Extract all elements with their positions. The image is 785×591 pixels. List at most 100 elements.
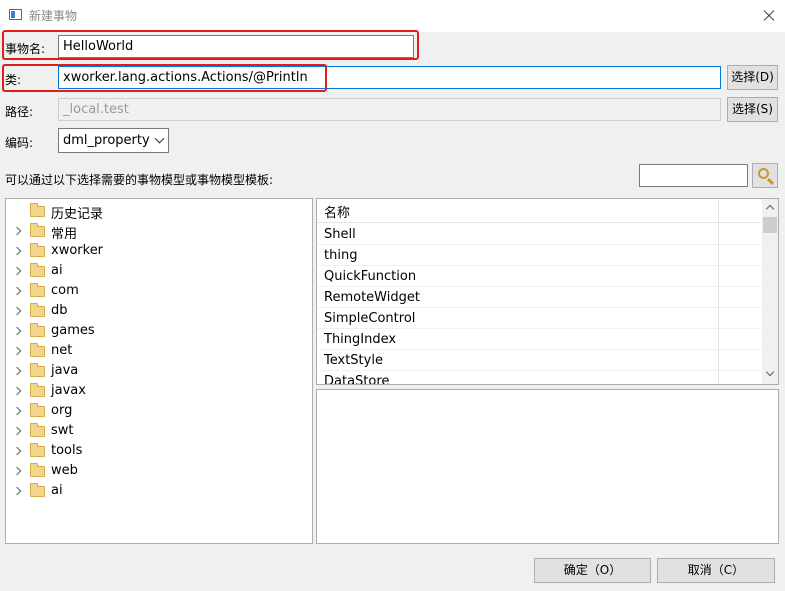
select-class-button[interactable]: 选择(D) [727,65,778,90]
tree-item-label: games [51,323,95,338]
title-bar: 新建事物 [0,0,785,32]
tree-item[interactable]: javax [6,381,312,401]
tree-item[interactable]: org [6,401,312,421]
tree-item-label: ai [51,483,63,498]
tree-item[interactable]: swt [6,421,312,441]
chevron-right-icon[interactable] [12,226,22,236]
thing-list[interactable]: 名称 Shell thing QuickFunction RemoteWidget Si… [316,198,779,385]
chevron-right-icon[interactable] [12,406,22,416]
chevron-right-icon[interactable] [12,346,22,356]
chevron-right-icon[interactable] [12,386,22,396]
tree-item[interactable]: web [6,461,312,481]
tree-item-label: javax [51,383,86,398]
encoding-select[interactable]: dml_property [58,128,169,153]
tree-item[interactable]: ai [6,481,312,501]
app-icon [9,9,22,20]
tree-item[interactable]: xworker [6,241,312,261]
folder-icon [30,263,45,277]
tree-item-label: 历史记录 [51,207,104,222]
category-tree[interactable]: 历史记录常用 xworker ai com db games net java javax org… [5,198,313,544]
tree-item-label: 常用 [51,227,78,242]
list-row-label: SimpleControl [324,311,416,326]
chevron-right-icon[interactable] [12,306,22,316]
scroll-up-icon[interactable] [765,204,775,214]
chevron-right-icon[interactable] [12,266,22,276]
tree-item-label: xworker [51,243,104,258]
list-row[interactable]: ThingIndex [317,329,761,350]
folder-icon [30,303,45,317]
folder-icon [30,343,45,357]
folder-icon [30,363,45,377]
tree-item-label: ai [51,263,63,278]
list-row[interactable]: TextStyle [317,350,761,371]
tree-item[interactable]: net [6,341,312,361]
window-title: 新建事物 [29,9,78,23]
list-scrollbar[interactable] [762,199,778,384]
list-row-label: RemoteWidget [324,290,420,305]
chevron-right-icon[interactable] [12,366,22,376]
chevron-right-icon[interactable] [12,426,22,436]
tree-item-label: tools [51,443,83,458]
cancel-button[interactable]: 取消（C） [657,558,775,583]
tree-item[interactable]: java [6,361,312,381]
list-row[interactable]: SimpleControl [317,308,761,329]
tree-item[interactable]: games [6,321,312,341]
chevron-right-icon[interactable] [12,466,22,476]
folder-icon [30,223,45,237]
list-row[interactable]: RemoteWidget [317,287,761,308]
ok-button[interactable]: 确定（O） [534,558,651,583]
tree-item[interactable]: ai [6,261,312,281]
tree-item[interactable]: 历史记录 [6,201,312,222]
tree-item-label: org [51,403,73,418]
folder-icon [30,383,45,397]
chevron-right-icon[interactable] [12,326,22,336]
folder-icon [30,243,45,257]
list-row-label: QuickFunction [324,269,417,284]
list-row[interactable]: Shell [317,224,761,245]
tree-item[interactable]: com [6,281,312,301]
tree-item-label: web [51,463,78,478]
name-label: 事物名: [5,42,46,56]
class-input[interactable]: xworker.lang.actions.Actions/@Println [58,66,721,89]
tree-item[interactable]: 常用 [6,221,312,242]
list-row[interactable]: DataStore [317,371,761,385]
tree-item[interactable]: tools [6,441,312,461]
chevron-right-icon[interactable] [12,286,22,296]
chevron-right-icon[interactable] [12,486,22,496]
hint-text: 可以通过以下选择需要的事物模型或事物模型模板: [5,173,274,187]
chevron-right-icon[interactable] [12,246,22,256]
scroll-down-icon[interactable] [765,367,775,377]
detail-panel [316,389,779,544]
encoding-value: dml_property [63,133,150,148]
class-label: 类: [5,73,22,87]
list-row-label: ThingIndex [324,332,397,347]
tree-item-label: db [51,303,68,318]
chevron-right-icon[interactable] [12,446,22,456]
list-row[interactable]: QuickFunction [317,266,761,287]
tree-item-label: com [51,283,79,298]
name-input[interactable]: HelloWorld [58,35,414,58]
tree-item-label: java [51,363,79,378]
list-row-label: Shell [324,227,356,242]
close-icon[interactable] [759,6,779,26]
tree-item-label: swt [51,423,74,438]
path-input[interactable]: _local.test [58,98,721,121]
folder-icon [30,443,45,457]
tree-item-label: net [51,343,73,358]
list-row-label: TextStyle [324,353,383,368]
list-header[interactable]: 名称 [317,199,761,223]
folder-icon [30,423,45,437]
list-row[interactable]: thing [317,245,761,266]
scroll-thumb[interactable] [763,217,777,233]
folder-icon [30,403,45,417]
folder-icon [30,203,45,217]
tree-item[interactable]: db [6,301,312,321]
list-row-label: DataStore [324,374,390,385]
search-button[interactable] [752,163,778,188]
search-input[interactable] [639,164,748,187]
column-header-name[interactable]: 名称 [324,202,350,221]
select-path-button[interactable]: 选择(S) [727,97,778,122]
folder-icon [30,323,45,337]
column-separator [718,199,719,384]
list-row-label: thing [324,248,358,263]
